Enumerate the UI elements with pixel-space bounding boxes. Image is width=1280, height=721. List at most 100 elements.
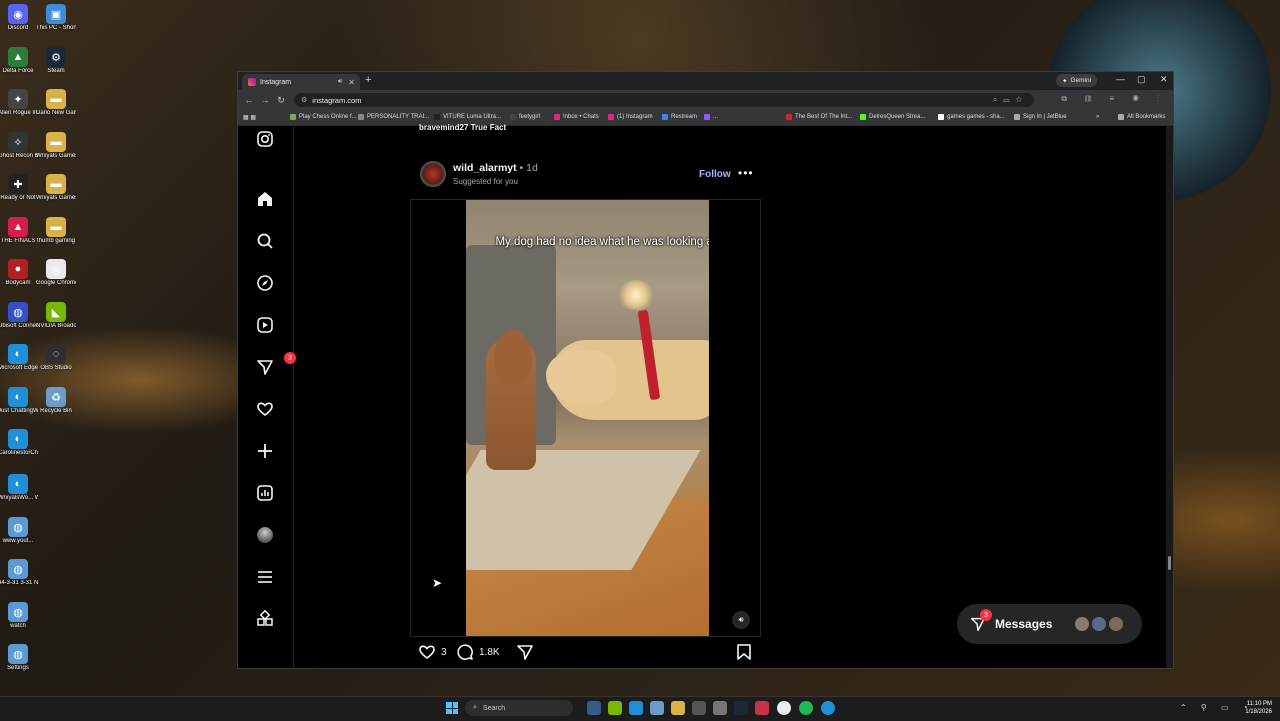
menu-icon[interactable] [256, 568, 274, 586]
desktop-icon[interactable]: ✧Ghost Recon Breakpoint [0, 128, 38, 160]
like-action[interactable]: 3 [418, 643, 447, 661]
desktop-icon[interactable]: ▲ Delta Force [0, 43, 38, 75]
store-icon[interactable] [650, 701, 664, 715]
heart-icon[interactable] [256, 400, 274, 418]
taskbar-search[interactable]: ⌕ Search [465, 700, 573, 716]
also-from-meta-icon[interactable] [256, 610, 274, 628]
apps-icon[interactable]: ▦ ▦ [243, 114, 256, 121]
post-avatar[interactable] [420, 161, 446, 187]
desktop-icon[interactable]: ● Bodycam [0, 255, 38, 287]
desktop-icon[interactable]: ◍44-3-31 3-31 Now playin... [0, 555, 38, 587]
desktop-icon[interactable]: ▬Wrxyals Games a [36, 170, 76, 202]
desktop-icon[interactable]: ✦Alien Rogue Incursion... [0, 85, 38, 117]
forward-icon[interactable]: → [257, 95, 273, 105]
desktop-icon[interactable]: ▬ thumb gaming [36, 213, 76, 245]
comment-icon[interactable] [456, 643, 474, 661]
bookmark-item[interactable]: ... [704, 114, 718, 120]
bookmark-item[interactable]: Restream [662, 114, 697, 120]
direct-messages-icon[interactable]: 3 [256, 352, 296, 376]
desktop-icon[interactable]: ▣This PC - Shortcut [36, 0, 76, 32]
chrome-icon[interactable] [777, 701, 791, 715]
instagram-logo-icon[interactable] [256, 130, 274, 148]
bookmark-item[interactable]: (1) Instagram [608, 114, 653, 120]
bookmark-item[interactable]: feetygirl [510, 114, 540, 120]
desktop-icon[interactable]: ◎ Google Chrome [36, 255, 76, 287]
bookmark-item[interactable]: Inbox • Chats [554, 114, 599, 120]
desktop-icon[interactable]: ◍ Settings [0, 640, 38, 672]
reels-icon[interactable] [256, 316, 274, 334]
save-action[interactable] [736, 643, 752, 661]
address-bar[interactable]: ⚙ instagram.com ⌕▭☆ [294, 93, 1034, 107]
app-icon[interactable] [755, 701, 769, 715]
desktop-icon[interactable]: ▲ THE FINALS [0, 213, 38, 245]
bookmark-item[interactable]: The Best Of The Int... [786, 114, 852, 120]
close-tab-icon[interactable]: ✕ [348, 78, 355, 87]
like-icon[interactable] [418, 643, 436, 661]
file-explorer-icon[interactable] [671, 701, 685, 715]
bookmark-item[interactable]: Sign In | JetBlue [1014, 114, 1067, 120]
bookmark-item[interactable]: PERSONALITY TRAI... [358, 114, 429, 120]
desktop-icon[interactable]: ✚ Ready or Not [0, 170, 38, 202]
video-frame[interactable]: My dog had no idea what he was looking a… [466, 200, 709, 636]
share-icon[interactable] [516, 643, 534, 661]
home-icon[interactable] [256, 190, 274, 208]
clock[interactable]: 11:10 PM 1/18/2026 [1240, 700, 1272, 716]
bookmark-item[interactable]: Play Chess Online f... [290, 114, 357, 120]
more-options-icon[interactable]: ••• [738, 166, 754, 180]
post-username[interactable]: wild_alarmyt [453, 162, 517, 174]
follow-button[interactable]: Follow [699, 169, 731, 180]
reload-icon[interactable]: ↻ [273, 95, 289, 106]
edge-icon[interactable] [629, 701, 643, 715]
edge-icon[interactable] [821, 701, 835, 715]
desktop-icon[interactable]: ◍Ubisoft Connect [0, 298, 38, 330]
desktop-icon[interactable]: ▬Wrxyals Games a [36, 128, 76, 160]
bookmark-item[interactable]: DelresQueen Strea... [860, 114, 925, 120]
post-video[interactable]: My dog had no idea what he was looking a… [410, 199, 761, 637]
app-icon[interactable] [692, 701, 706, 715]
task-view-icon[interactable] [587, 701, 601, 715]
desktop-icon[interactable]: ◍ watch [0, 598, 38, 630]
spotify-icon[interactable] [799, 701, 813, 715]
scrollbar-thumb[interactable] [1168, 556, 1171, 570]
windows-start-icon[interactable] [446, 702, 458, 714]
minimize-icon[interactable]: — [1116, 74, 1125, 84]
extensions-icons[interactable]: ⧉ ▥ ≡ ◉ ⋮ [1061, 94, 1167, 104]
desktop-icon[interactable]: ⚙ Steam [36, 43, 76, 75]
messages-button[interactable]: 3 Messages [957, 604, 1142, 644]
desktop-icon[interactable]: ◐Just ChattingWe... [0, 383, 38, 415]
desktop-icon[interactable]: ◐CarolinestorChattingLiv... [0, 425, 38, 457]
desktop-icon[interactable]: ◣NVIDIA Broadcast [36, 298, 76, 330]
close-window-icon[interactable]: ✕ [1160, 74, 1168, 85]
desktop-icon[interactable]: ◐ Microsoft Edge [0, 340, 38, 372]
search-icon[interactable] [256, 232, 274, 250]
explore-icon[interactable] [256, 274, 274, 292]
desktop-icon[interactable]: ◍ www.yout... [0, 513, 38, 545]
share-action[interactable] [516, 643, 534, 661]
desktop-icon[interactable]: ◐WrxyalsWo... Wwrxyalsw... [0, 470, 38, 502]
bookmark-item[interactable]: games games - sha... [938, 114, 1005, 120]
bookmark-icon[interactable] [736, 643, 752, 661]
comment-action[interactable]: 1.8K [456, 643, 500, 661]
bookmark-item[interactable]: » [1096, 114, 1099, 120]
page-scrollbar[interactable] [1166, 126, 1173, 668]
desktop-icon[interactable]: ♻ Recycle Bin [36, 383, 76, 415]
steam-icon[interactable] [734, 701, 748, 715]
new-tab-button[interactable]: + [365, 74, 371, 86]
desktop-icon[interactable]: ◉ Discord [0, 0, 38, 32]
desktop-icon[interactable]: ▬Dano New Gaming PICS [36, 85, 76, 117]
create-icon[interactable] [256, 442, 274, 460]
tab-instagram[interactable]: Instagram 🔊︎ ✕ [242, 74, 360, 90]
site-info-icon[interactable]: ⚙ [301, 96, 307, 104]
profile-avatar-icon[interactable] [256, 526, 274, 544]
bookmark-item[interactable]: All Bookmarks [1118, 114, 1165, 120]
nvidia-icon[interactable] [608, 701, 622, 715]
settings-icon[interactable] [713, 701, 727, 715]
desktop-icon[interactable]: ◌ OBS Studio [36, 340, 76, 372]
back-icon[interactable]: ← [241, 95, 257, 105]
maximize-icon[interactable]: ▢ [1137, 74, 1146, 85]
omnibox-actions[interactable]: ⌕▭☆ [993, 95, 1028, 105]
tab-audio-icon[interactable]: 🔊︎ [338, 78, 342, 86]
volume-icon[interactable]: 🔊︎ [732, 611, 750, 629]
gemini-button[interactable]: ✦ Gemini [1056, 74, 1098, 87]
dashboard-icon[interactable] [256, 484, 274, 502]
